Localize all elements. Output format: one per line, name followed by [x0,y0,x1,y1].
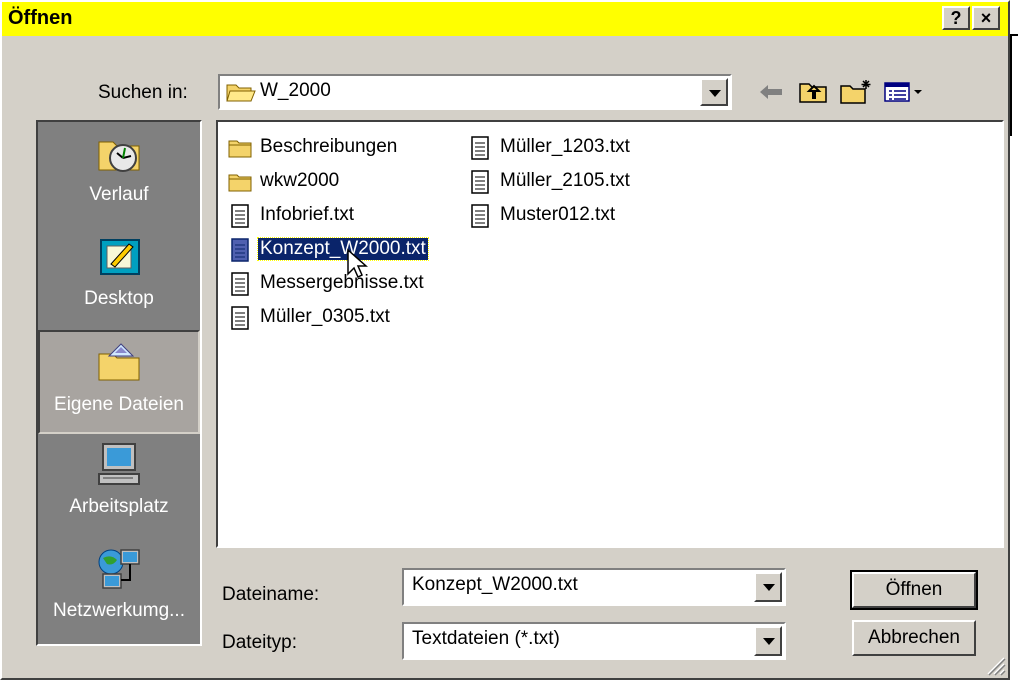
lookin-dropdown-button[interactable] [700,78,728,106]
folder-icon [228,174,252,192]
text-file-icon [231,238,249,262]
file-name: Müller_0305.txt [260,306,390,327]
filename-input[interactable]: Konzept_W2000.txt [412,574,578,596]
network-icon [98,549,140,589]
places-label-network: Netzwerkumg... [53,600,185,621]
open-dialog: Öffnen ? × Suchen in: W_2000 Verlauf Des… [0,0,1010,680]
places-item-history[interactable]: Verlauf [38,122,200,226]
filetype-select[interactable]: Textdateien (*.txt) [402,622,786,660]
file-name: Muster012.txt [500,204,616,225]
open-folder-icon [226,84,256,102]
history-icon [98,141,140,172]
places-bar: Verlauf Desktop Eigene Dateien Arbeitspl… [36,120,202,646]
file-name: Messergebnisse.txt [260,272,424,293]
file-name: Konzept_W2000.txt [257,237,429,261]
close-button[interactable]: × [972,6,1000,30]
text-file-icon [471,204,489,228]
filetype-dropdown-button[interactable] [754,626,782,656]
lookin-value: W_2000 [260,80,331,101]
text-file-icon [471,136,489,160]
file-name: Beschreibungen [260,136,398,157]
filename-dropdown-button[interactable] [754,572,782,602]
file-name: wkw2000 [260,170,340,191]
help-button[interactable]: ? [942,6,970,30]
places-item-my-computer[interactable]: Arbeitsplatz [38,434,200,538]
file-list[interactable]: Beschreibungen wkw2000 Infobrief.txt Kon… [216,120,1004,548]
mouse-cursor-icon [347,248,368,279]
text-file-icon [231,272,249,296]
background-window-edge [1010,34,1018,136]
file-name: Müller_1203.txt [500,136,630,157]
places-item-desktop[interactable]: Desktop [38,226,200,330]
window-title: Öffnen [8,7,73,29]
places-item-network[interactable]: Netzwerkumg... [38,538,200,642]
places-item-my-documents[interactable]: Eigene Dateien [38,330,200,434]
desktop-icon [100,239,140,275]
file-name: Müller_2105.txt [500,170,630,191]
filename-label: Dateiname: [222,584,320,605]
file-name: Infobrief.txt [260,204,354,225]
text-file-icon [231,204,249,228]
text-file-icon [471,170,489,194]
cancel-button[interactable]: Abbrechen [852,620,976,656]
up-folder-icon[interactable] [796,78,832,106]
places-label-my-documents: Eigene Dateien [54,394,184,415]
filetype-label: Dateityp: [222,632,297,653]
resize-grip-icon[interactable] [984,654,1006,676]
places-label-history: Verlauf [89,184,149,205]
view-menu-icon[interactable] [882,78,926,106]
filename-combo[interactable]: Konzept_W2000.txt [402,568,786,606]
back-arrow-icon[interactable] [754,78,790,106]
places-label-desktop: Desktop [84,288,154,309]
text-file-icon [231,306,249,330]
folder-icon [228,140,252,158]
new-folder-icon[interactable] [838,78,874,106]
my-documents-icon [98,343,140,381]
open-button[interactable]: Öffnen [850,570,978,610]
my-computer-icon [98,443,140,485]
title-bar[interactable]: Öffnen ? × [2,2,1008,36]
lookin-combo[interactable]: W_2000 [218,74,732,110]
places-label-my-computer: Arbeitsplatz [69,496,169,517]
filetype-value: Textdateien (*.txt) [412,628,560,649]
lookin-label: Suchen in: [98,82,188,103]
